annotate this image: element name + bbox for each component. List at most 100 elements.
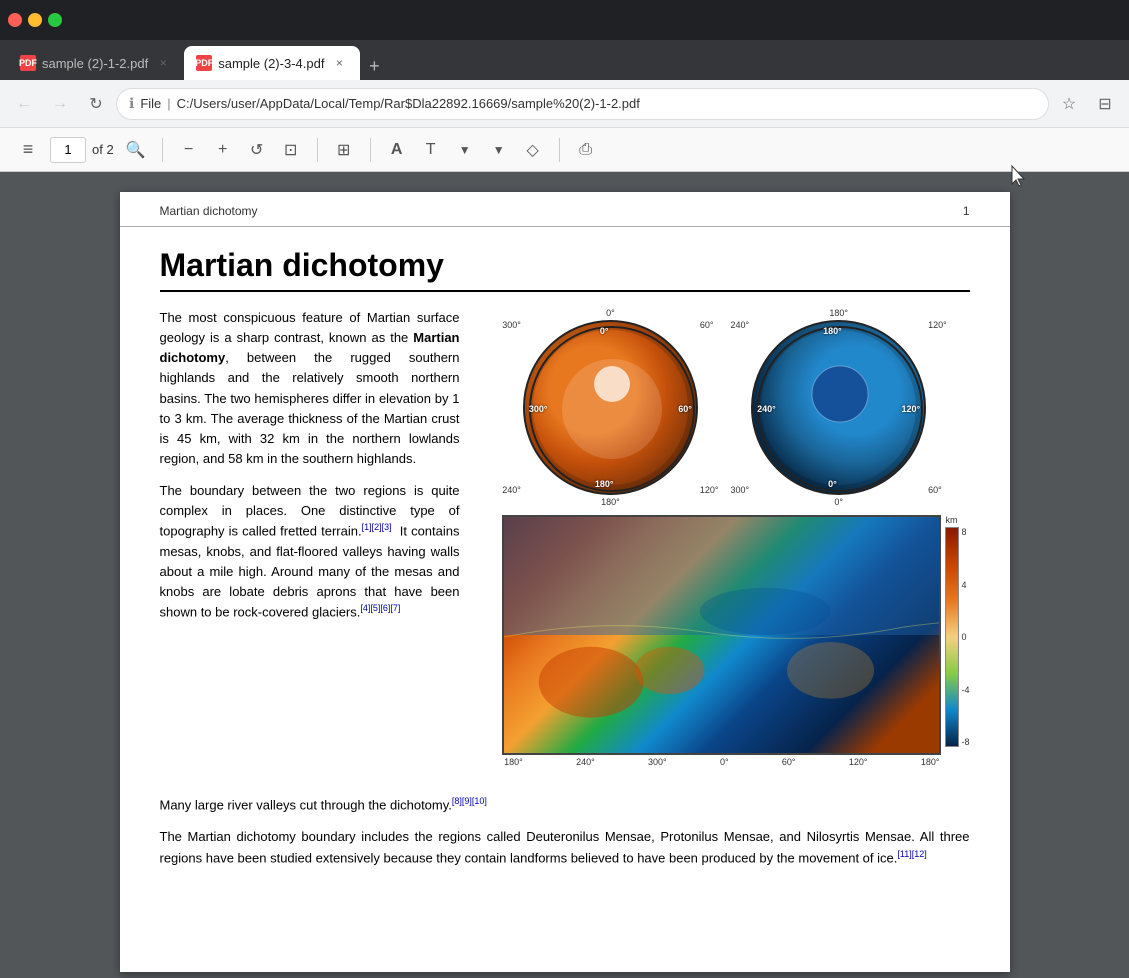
flat-lon-300: 300°: [648, 757, 667, 767]
star-button[interactable]: ☆: [1053, 88, 1085, 120]
colorbar-val-0: 0: [961, 632, 969, 642]
text-select-button[interactable]: A: [381, 134, 413, 166]
colorbar-val-4: 4: [961, 580, 969, 590]
erase-button[interactable]: ◇: [517, 134, 549, 166]
relatively-text: relatively: [292, 370, 343, 385]
map-right-label-120: 120°: [700, 485, 719, 495]
address-divider: |: [167, 96, 170, 111]
zoom-in-button[interactable]: +: [207, 134, 239, 166]
tab-2-icon: PDF: [196, 55, 212, 71]
mars-maps-top-row: 0° 300° 240°: [480, 308, 970, 507]
rotate-button[interactable]: ↺: [241, 134, 273, 166]
reload-button[interactable]: ↻: [80, 88, 112, 120]
tabs-bar: PDF sample (2)-1-2.pdf × PDF sample (2)-…: [0, 40, 1129, 80]
tab-1-close[interactable]: ×: [154, 54, 172, 72]
map-top-label-left: 0°: [606, 308, 615, 318]
map-right2-right-label-60: 60°: [928, 485, 947, 495]
back-button[interactable]: ←: [8, 88, 40, 120]
colorbar-val-8: 8: [961, 527, 969, 537]
pdf-content-area[interactable]: Martian dichotomy 1 Martian dichotomy Th…: [0, 172, 1129, 978]
pdf-full-text: Many large river valleys cut through the…: [160, 795, 970, 880]
flat-lat-0: 0°: [480, 630, 497, 640]
pdf-toolbar: ≡ of 2 🔍 − + ↺ ⊡ ⊞ A T ▼ ▼ ◇ ⎙: [0, 128, 1129, 172]
superscript-1: [1][2][3]: [362, 522, 392, 532]
the-text: the: [362, 411, 380, 426]
mars-circle-map-left: 0° 60° 180° 300°: [523, 320, 698, 495]
flat-lat-30: 30°: [480, 575, 497, 585]
pdf-two-col: The most conspicuous feature of Martian …: [160, 308, 970, 755]
tab-2-close[interactable]: ×: [330, 54, 348, 72]
info-icon: ℹ: [129, 95, 134, 112]
window-close-btn[interactable]: [8, 13, 22, 27]
superscript-4: [11][12]: [897, 849, 926, 859]
colorbar: km 8 4 0 -4 -8: [945, 515, 969, 755]
superscript-3: [8][9][10]: [452, 796, 487, 806]
map-top-label-right: 180°: [829, 308, 848, 318]
tab-2[interactable]: PDF sample (2)-3-4.pdf ×: [184, 46, 360, 80]
tab-1-label: sample (2)-1-2.pdf: [42, 56, 148, 71]
window-minimize-btn[interactable]: [28, 13, 42, 27]
pdf-toolbar-sep-1: [162, 138, 163, 162]
one-text: One: [301, 503, 326, 518]
flat-lat-n30: -30°: [480, 686, 497, 696]
pdf-toolbar-sep-4: [559, 138, 560, 162]
tab-2-label: sample (2)-3-4.pdf: [218, 56, 324, 71]
flat-lon-180w: 180°: [504, 757, 523, 767]
page-total-label: of 2: [92, 142, 114, 157]
sidebar-toggle-button[interactable]: ≡: [12, 134, 44, 166]
zoom-out-button[interactable]: −: [173, 134, 205, 166]
pdf-toolbar-left: ≡ of 2 🔍: [12, 134, 152, 166]
flat-lon-0: 0°: [720, 757, 729, 767]
window-controls: [8, 13, 62, 27]
annotation-button[interactable]: T: [415, 134, 447, 166]
flat-lon-60: 60°: [782, 757, 796, 767]
page-number-input[interactable]: [50, 137, 86, 163]
annotation-controls: A T ▼ ▼ ◇: [381, 134, 549, 166]
pdf-page: Martian dichotomy 1 Martian dichotomy Th…: [120, 192, 1010, 972]
bold-term: Martian dichotomy: [160, 330, 460, 365]
address-box[interactable]: ℹ File | C:/Users/user/AppData/Local/Tem…: [116, 88, 1049, 120]
map-right-label-60: 60°: [700, 320, 719, 330]
superscript-2: [4][5][6][7]: [360, 603, 400, 613]
two-page-button[interactable]: ⊞: [328, 134, 360, 166]
flat-lat-60: 60°: [480, 519, 497, 529]
mars-circle-map-right-container: 180° 240° 300°: [731, 308, 947, 507]
pdf-toolbar-sep-3: [370, 138, 371, 162]
toolbar-right: ☆ ⊟: [1053, 88, 1121, 120]
browser-titlebar: [0, 0, 1129, 40]
mars-circle-map-left-container: 0° 300° 240°: [502, 308, 718, 507]
pdf-main-title: Martian dichotomy: [160, 247, 970, 292]
pdf-header-page: 1: [963, 204, 970, 218]
paragraph-1: The most conspicuous feature of Martian …: [160, 308, 460, 469]
view-controls: ⊞: [328, 134, 360, 166]
window-maximize-btn[interactable]: [48, 13, 62, 27]
colorbar-val-n4: -4: [961, 685, 969, 695]
address-bar-row: ← → ↻ ℹ File | C:/Users/user/AppData/Loc…: [0, 80, 1129, 128]
pdf-page-header: Martian dichotomy 1: [120, 192, 1010, 227]
colorbar-gradient: [945, 527, 959, 747]
pdf-toolbar-sep-2: [317, 138, 318, 162]
print-button[interactable]: ⎙: [570, 134, 602, 166]
paragraph-4: The Martian dichotomy boundary includes …: [160, 827, 970, 868]
underline-dropdown-button[interactable]: ▼: [483, 134, 515, 166]
mars-flat-map: 180° 240° 300° 0° 60° 120° 180°: [502, 515, 941, 755]
colorbar-val-n8: -8: [961, 737, 969, 747]
tab-1[interactable]: PDF sample (2)-1-2.pdf ×: [8, 46, 184, 80]
file-label: File: [140, 96, 161, 111]
paragraph-3: Many large river valleys cut through the…: [160, 795, 970, 815]
mars-circle-map-right: 180° 120° 0° 240°: [751, 320, 926, 495]
search-pdf-button[interactable]: 🔍: [120, 134, 152, 166]
highlight-dropdown-button[interactable]: ▼: [449, 134, 481, 166]
flat-lon-120: 120°: [849, 757, 868, 767]
bookmark-button[interactable]: ⊟: [1089, 88, 1121, 120]
flat-lat-n60: -60°: [480, 741, 497, 751]
pdf-image-column: 0° 300° 240°: [480, 308, 970, 755]
flat-lon-240: 240°: [576, 757, 595, 767]
forward-button[interactable]: →: [44, 88, 76, 120]
pdf-header-title: Martian dichotomy: [160, 204, 258, 218]
flat-map-container: 60° 30° 0° -30° -60°: [480, 515, 970, 755]
fit-page-button[interactable]: ⊡: [275, 134, 307, 166]
new-tab-button[interactable]: +: [360, 52, 388, 80]
map-left-label-300: 300°: [502, 320, 521, 330]
flat-lon-180e: 180°: [921, 757, 940, 767]
